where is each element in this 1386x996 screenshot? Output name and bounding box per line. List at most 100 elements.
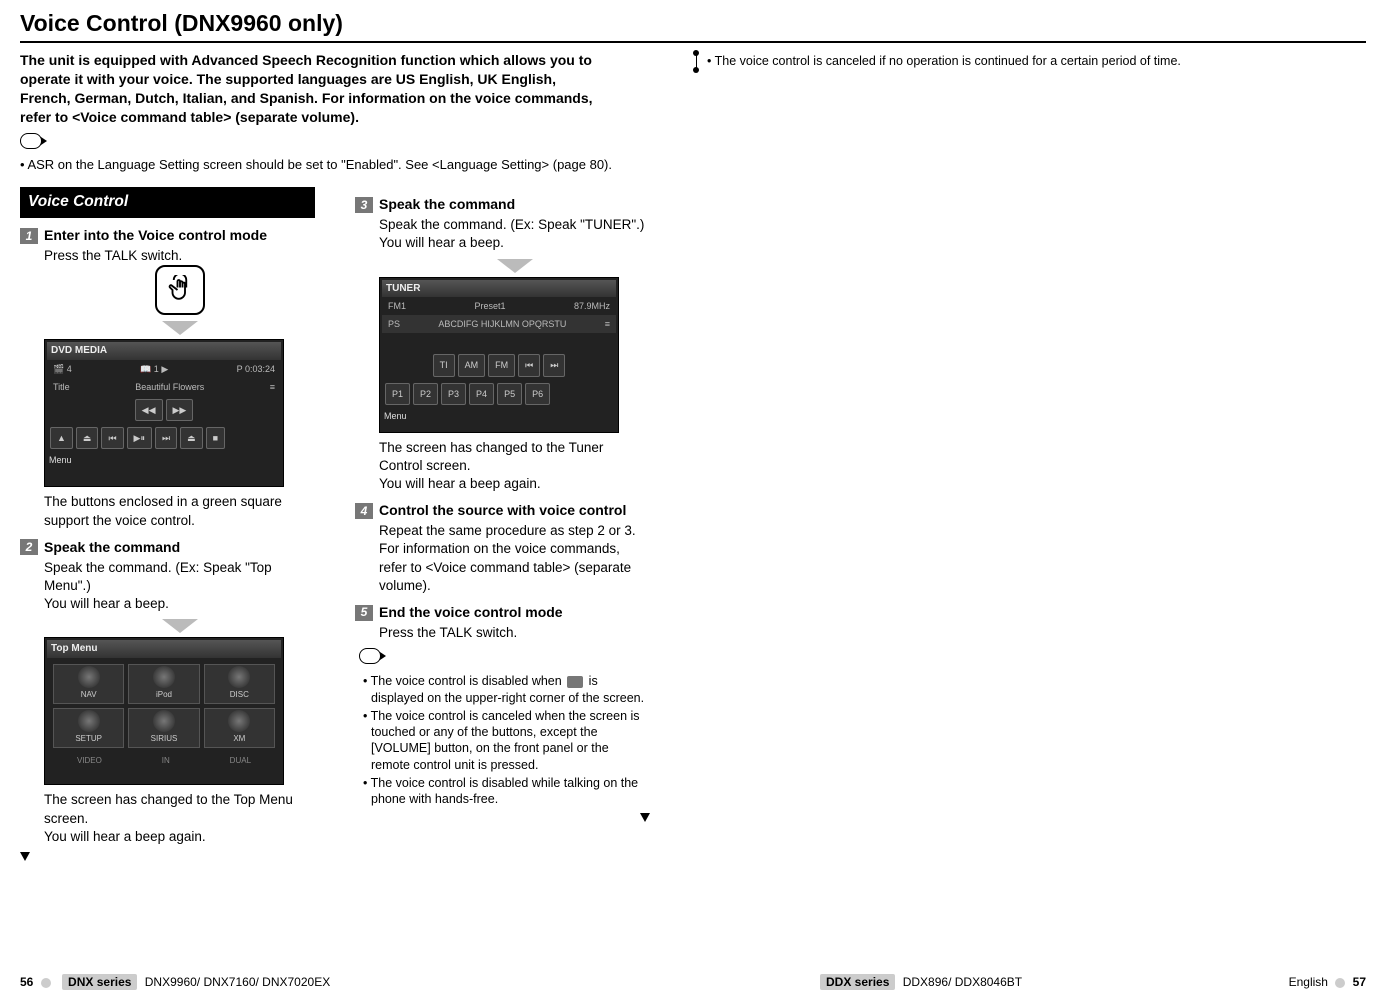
step-3-title: Speak the command — [379, 195, 515, 214]
page-footer: 56 DNX series DNX9960/ DNX7160/ DNX7020E… — [0, 974, 1386, 990]
dvd-ff-button: ▶▶ — [166, 399, 194, 421]
right-series-badge: DDX series — [820, 974, 895, 990]
dvd-btn: ⏏ — [180, 427, 203, 449]
dvd-btn: ■ — [206, 427, 225, 449]
dvd-rew-button: ◀◀ — [135, 399, 163, 421]
talk-switch-icon — [155, 265, 205, 315]
tuner-btn: ⏮ — [518, 354, 540, 376]
dvd-btn: ⏏ — [76, 427, 99, 449]
tuner-preset-btn: P3 — [441, 383, 466, 405]
tuner-btn: AM — [458, 354, 486, 376]
tuner-preset-btn: P4 — [469, 383, 494, 405]
step-5-number: 5 — [355, 605, 373, 621]
tuner-preset-btn: P5 — [497, 383, 522, 405]
column-1: Voice Control 1 Enter into the Voice con… — [20, 187, 315, 861]
footer-left: 56 DNX series DNX9960/ DNX7160/ DNX7020E… — [20, 974, 330, 990]
cancel-timeout-note: • The voice control is canceled if no op… — [696, 53, 1181, 70]
content-columns: Voice Control 1 Enter into the Voice con… — [20, 187, 1366, 861]
step-4-line2: For information on the voice commands, r… — [379, 540, 650, 595]
dvd-media-screenshot: DVD MEDIA 🎬 4 📖 1 ▶ P 0:03:24 Title Beaut… — [44, 339, 284, 487]
dvd-btn: ▶⏸ — [127, 427, 152, 449]
info-bubble-icon — [20, 133, 42, 149]
footer-lang: English — [1289, 975, 1328, 989]
dvd-menu-label: Menu — [47, 452, 281, 468]
topmenu-bot: DUAL — [230, 756, 251, 767]
footer-right: DDX series DDX896/ DDX8046BT English 57 — [816, 974, 1366, 990]
topmenu-tile: DISC — [204, 664, 275, 704]
step-4-line1: Repeat the same procedure as step 2 or 3… — [379, 522, 650, 540]
dvd-info-row: 🎬 4 📖 1 ▶ P 0:03:24 — [47, 360, 281, 378]
dvd-track-name: Beautiful Flowers — [135, 381, 204, 393]
footer-separator-dot-icon — [1335, 978, 1345, 988]
down-arrow-icon — [162, 321, 198, 335]
step-3-heading: 3 Speak the command — [355, 195, 650, 214]
tuner-btn: FM — [488, 354, 515, 376]
step-2-line2: You will hear a beep. — [44, 595, 315, 613]
dvd-btn: ⏮ — [101, 427, 123, 449]
end-notes-list: The voice control is disabled when is di… — [363, 673, 650, 807]
step-1-body: Press the TALK switch. — [44, 247, 315, 335]
topmenu-bot: VIDEO — [77, 756, 102, 767]
step-2-after1: The screen has changed to the Top Menu s… — [44, 791, 315, 827]
tuner-band: FM1 — [388, 300, 406, 312]
step-2-heading: 2 Speak the command — [20, 538, 315, 557]
right-models: DDX896/ DDX8046BT — [903, 975, 1022, 989]
step-5-title: End the voice control mode — [379, 603, 563, 622]
dvd-title-bar: DVD MEDIA — [47, 342, 281, 360]
tuner-btn: TI — [433, 354, 455, 376]
right-page-number: 57 — [1353, 975, 1366, 989]
hand-press-icon — [165, 275, 195, 305]
dvd-play-label: P — [237, 364, 243, 374]
dvd-track-label: Title — [53, 381, 70, 393]
column-2: 3 Speak the command Speak the command. (… — [355, 187, 650, 861]
step-5-heading: 5 End the voice control mode — [355, 603, 650, 622]
topmenu-title-bar: Top Menu — [47, 640, 281, 658]
asr-note: • ASR on the Language Setting screen sho… — [20, 156, 612, 174]
tuner-preset-btn: P6 — [525, 383, 550, 405]
topmenu-tile: SETUP — [53, 708, 124, 748]
step-3-after2: You will hear a beep again. — [379, 475, 650, 493]
tuner-ps-label: PS — [388, 318, 400, 330]
step-1-line1: Press the TALK switch. — [44, 247, 315, 265]
left-page-number: 56 — [20, 975, 33, 989]
mute-indicator-icon — [567, 676, 583, 688]
topmenu-tile: XM — [204, 708, 275, 748]
intro-paragraph: The unit is equipped with Advanced Speec… — [20, 51, 610, 127]
dvd-btn: ⏭ — [155, 427, 177, 449]
dvd-btn: ▲ — [50, 427, 73, 449]
page-title: Voice Control (DNX9960 only) — [20, 8, 1366, 43]
column-continue-arrow-icon — [20, 852, 30, 861]
tuner-title-bar: TUNER — [382, 280, 616, 298]
topmenu-tile: NAV — [53, 664, 124, 704]
tuner-rds-text: ABCDIFG HIJKLMN OPQRSTU — [438, 318, 566, 330]
dvd-chapter: 1 — [154, 364, 159, 374]
step-1-after: The buttons enclosed in a green square s… — [44, 493, 315, 529]
step-4-heading: 4 Control the source with voice control — [355, 501, 650, 520]
end-note-3: The voice control is disabled while talk… — [363, 775, 650, 808]
step-3-line1: Speak the command. (Ex: Speak "TUNER".) — [379, 216, 650, 234]
topmenu-bot: IN — [162, 756, 170, 767]
step-4-number: 4 — [355, 503, 373, 519]
left-models: DNX9960/ DNX7160/ DNX7020EX — [145, 975, 330, 989]
step-5-line1: Press the TALK switch. — [379, 624, 650, 642]
tuner-screenshot: TUNER FM1 Preset1 87.9MHz PS ABCDIFG HIJ… — [379, 277, 619, 433]
tuner-preset-btn: P1 — [385, 383, 410, 405]
end-note-2: The voice control is canceled when the s… — [363, 708, 650, 773]
topmenu-tile: iPod — [128, 664, 199, 704]
tuner-btn: ⏭ — [543, 354, 565, 376]
step-2-after2: You will hear a beep again. — [44, 828, 315, 846]
down-arrow-icon — [497, 259, 533, 273]
step-3-after1: The screen has changed to the Tuner Cont… — [379, 439, 650, 475]
step-3-line2: You will hear a beep. — [379, 234, 650, 252]
voice-control-section-header: Voice Control — [20, 187, 315, 218]
column-continue-arrow-icon — [640, 813, 650, 822]
step-2-title: Speak the command — [44, 538, 180, 557]
intro-row: The unit is equipped with Advanced Speec… — [20, 51, 1366, 187]
tuner-menu-label: Menu — [382, 408, 616, 424]
step-2-number: 2 — [20, 539, 38, 555]
info-bubble-icon — [359, 648, 381, 664]
asr-note-text: ASR on the Language Setting screen shoul… — [27, 157, 612, 172]
down-arrow-icon — [162, 619, 198, 633]
top-menu-screenshot: Top Menu NAV iPod DISC SETUP SIRIUS XM V… — [44, 637, 284, 785]
cancel-timeout-note-text: The voice control is canceled if no oper… — [715, 54, 1181, 68]
